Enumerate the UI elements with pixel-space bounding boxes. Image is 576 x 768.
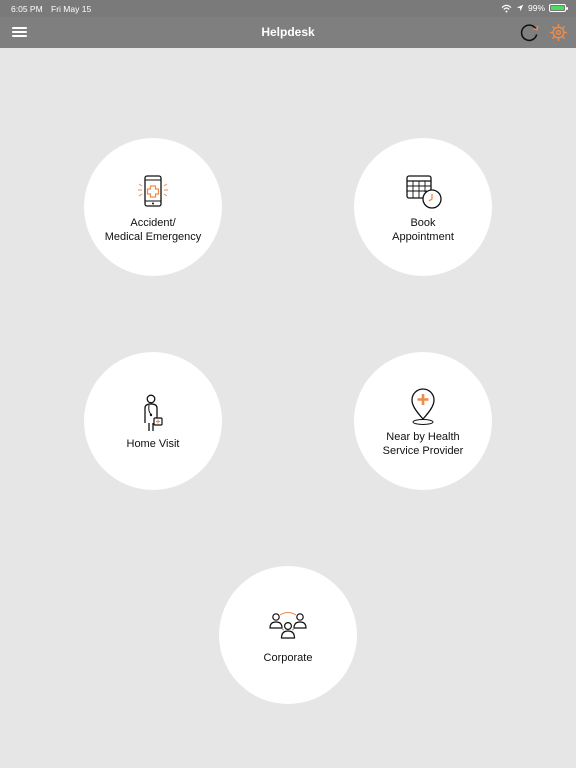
home-visit-button[interactable]: Home Visit [84,352,222,490]
tile-label: Near by Health Service Provider [382,431,464,457]
tile-label: Accident/ Medical Emergency [104,217,202,243]
accident-emergency-button[interactable]: Accident/ Medical Emergency [84,138,222,276]
tile-label: Book Appointment [392,217,454,243]
refresh-icon[interactable] [519,22,540,43]
gear-icon[interactable] [548,22,569,43]
location-icon [516,4,524,12]
medical-phone-icon [131,170,175,214]
tile-label: Corporate [263,652,313,664]
group-icon [266,605,310,649]
doctor-icon [131,391,175,435]
tile-label: Home Visit [126,438,180,450]
battery-percent: 99% [527,3,545,13]
wifi-icon [501,4,512,12]
app-bar: Helpdesk [0,17,576,48]
status-left: 6:05 PM Fri May 15 [11,4,97,14]
status-right: 99% [501,3,568,13]
location-pin-cross-icon [401,384,445,428]
page-title: Helpdesk [261,25,315,39]
nearby-provider-button[interactable]: Near by Health Service Provider [354,352,492,490]
status-bar: 6:05 PM Fri May 15 99% [0,0,576,17]
corporate-button[interactable]: Corporate [219,566,357,704]
status-time: 6:05 PM [11,4,43,14]
battery-icon [549,4,568,12]
status-date: Fri May 15 [51,4,92,14]
book-appointment-button[interactable]: Book Appointment [354,138,492,276]
calendar-clock-icon [401,170,445,214]
